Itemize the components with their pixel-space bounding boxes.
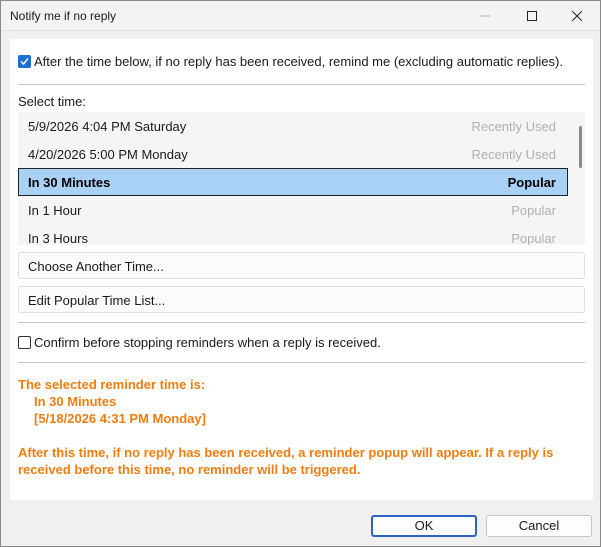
time-option-name: In 30 Minutes (28, 175, 111, 190)
list-item-selected[interactable]: In 30 Minutes Popular (18, 168, 568, 196)
choose-another-time-button[interactable]: Choose Another Time... (18, 252, 585, 279)
select-time-label: Select time: (18, 94, 86, 109)
close-button[interactable] (554, 1, 600, 31)
minimize-icon (480, 15, 490, 17)
time-option-name: In 1 Hour (28, 203, 82, 218)
maximize-icon (527, 11, 537, 21)
time-option-tag: Recently Used (471, 119, 556, 134)
dialog-content: After the time below, if no reply has be… (10, 39, 593, 500)
maximize-button[interactable] (509, 1, 555, 31)
remind-checkbox-label[interactable]: After the time below, if no reply has be… (34, 54, 563, 69)
time-option-tag: Recently Used (471, 147, 556, 162)
choose-another-time-label: Choose Another Time... (28, 259, 164, 274)
list-scrollbar[interactable] (576, 112, 585, 245)
checkmark-icon (20, 58, 29, 66)
minimize-button (462, 1, 508, 31)
edit-popular-list-label: Edit Popular Time List... (28, 293, 166, 308)
time-list[interactable]: 5/9/2026 4:04 PM Saturday Recently Used … (18, 112, 585, 245)
title-bar[interactable]: Notify me if no reply (1, 1, 600, 31)
divider (18, 322, 585, 323)
list-item[interactable]: In 3 Hours Popular (18, 224, 568, 245)
window-title: Notify me if no reply (10, 9, 117, 23)
divider (18, 362, 585, 363)
edit-popular-list-button[interactable]: Edit Popular Time List... (18, 286, 585, 313)
ok-button[interactable]: OK (371, 515, 477, 537)
cancel-button[interactable]: Cancel (486, 515, 592, 537)
summary-choice: In 30 Minutes (34, 394, 117, 409)
confirm-checkbox[interactable] (18, 336, 31, 349)
scrollbar-thumb[interactable] (579, 126, 582, 168)
time-option-name: 4/20/2026 5:00 PM Monday (28, 147, 188, 162)
summary-heading: The selected reminder time is: (18, 377, 206, 392)
close-icon (572, 11, 582, 21)
summary-note-line1: After this time, if no reply has been re… (18, 445, 554, 460)
list-item[interactable]: In 1 Hour Popular (18, 196, 568, 224)
time-option-tag: Popular (511, 231, 556, 245)
dialog-window: Notify me if no reply After the time bel… (0, 0, 601, 547)
time-option-tag: Popular (511, 203, 556, 218)
list-item[interactable]: 4/20/2026 5:00 PM Monday Recently Used (18, 140, 568, 168)
summary-note-line2: received before this time, no reminder w… (18, 462, 361, 477)
remind-checkbox[interactable] (18, 55, 31, 68)
confirm-checkbox-label[interactable]: Confirm before stopping reminders when a… (34, 335, 381, 350)
time-option-name: In 3 Hours (28, 231, 88, 245)
list-item[interactable]: 5/9/2026 4:04 PM Saturday Recently Used (18, 112, 568, 140)
time-option-name: 5/9/2026 4:04 PM Saturday (28, 119, 187, 134)
time-option-tag: Popular (507, 175, 556, 190)
divider (18, 84, 585, 85)
summary-datetime: [5/18/2026 4:31 PM Monday] (34, 411, 206, 426)
